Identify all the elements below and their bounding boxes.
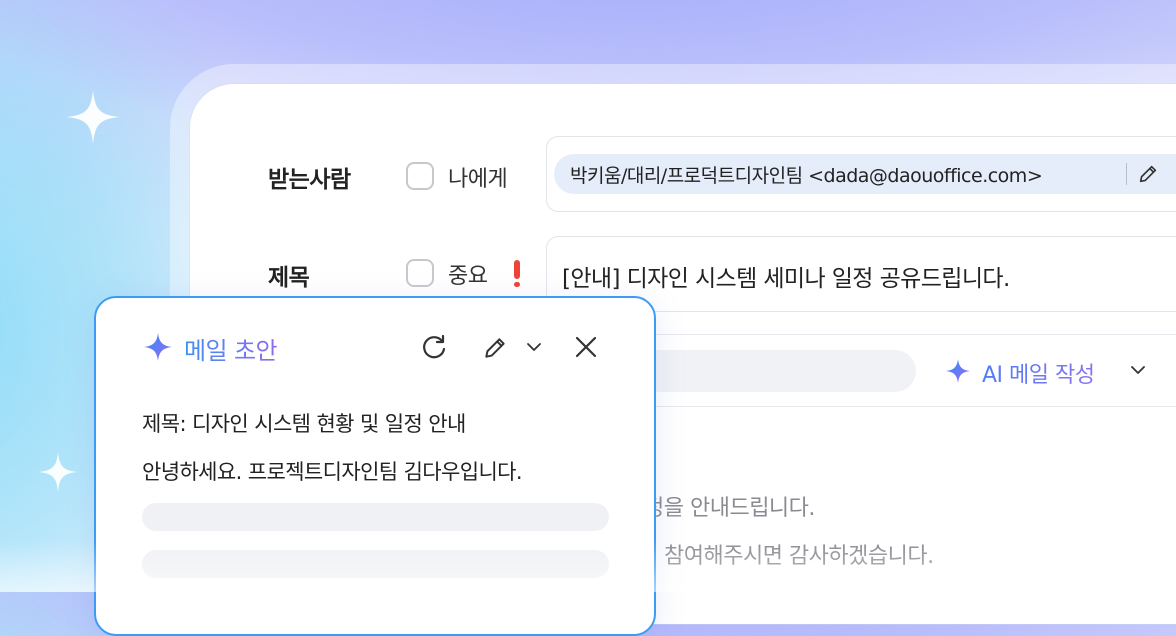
to-self-checkbox[interactable]: [406, 162, 434, 190]
to-self-label: 나에게: [448, 167, 508, 192]
pencil-icon[interactable]: [1137, 163, 1159, 185]
subject-label: 제목: [268, 265, 310, 291]
body-line-1: 정을 안내드립니다.: [644, 496, 815, 521]
ai-sparkle-icon: [946, 359, 970, 383]
important-checkbox[interactable]: [406, 259, 434, 287]
body-line-2: 참여해주시면 감사하겠습니다.: [664, 544, 934, 569]
important-exclamation-dot: [514, 282, 520, 287]
draft-loading-skeleton: [142, 550, 609, 578]
draft-greeting-line: 안녕하세요. 프로젝트디자인팀 김다우입니다.: [142, 460, 523, 484]
ai-write-button[interactable]: AI 메일 작성: [982, 357, 1095, 389]
important-label: 중요: [448, 264, 488, 289]
sparkle-icon: [144, 333, 172, 361]
decorative-sparkle-icon: [38, 452, 78, 492]
to-label: 받는사람: [268, 167, 351, 193]
chip-divider: [1126, 163, 1127, 185]
pencil-icon[interactable]: [482, 335, 508, 361]
important-exclamation-icon: [514, 260, 520, 279]
toolbar-field[interactable]: [620, 350, 916, 392]
draft-subject-line: 제목: 디자인 시스템 현황 및 일정 안내: [142, 412, 466, 436]
subject-input-value: [안내] 디자인 시스템 세미나 일정 공유드립니다.: [562, 266, 1010, 292]
refresh-icon[interactable]: [420, 333, 448, 361]
close-icon[interactable]: [574, 335, 598, 359]
panel-title: 메일 초안: [184, 331, 278, 366]
decorative-sparkle-icon: [66, 90, 120, 144]
recipient-chip-text: 박키움/대리/프로덕트디자인팀 <dada@daouoffice.com>: [570, 165, 1043, 187]
chevron-down-icon[interactable]: [526, 341, 542, 353]
draft-loading-skeleton: [142, 503, 609, 531]
chevron-down-icon[interactable]: [1130, 364, 1146, 376]
